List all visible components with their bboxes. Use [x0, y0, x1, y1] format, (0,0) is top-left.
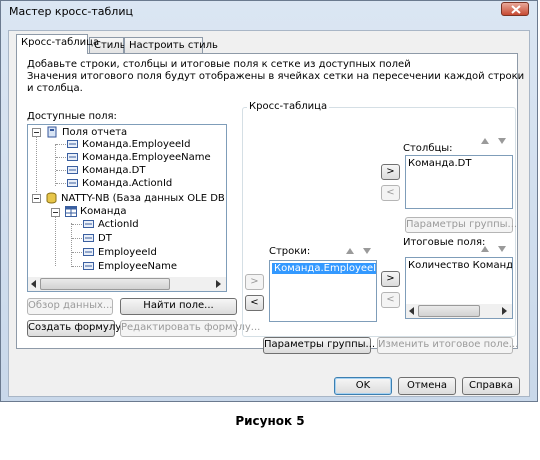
tree-report-item[interactable]: Команда.EmployeeId — [82, 138, 190, 151]
add-to-rows-button[interactable]: > — [245, 274, 264, 290]
scroll-right-icon[interactable] — [216, 280, 222, 291]
ok-button[interactable]: OK — [334, 377, 392, 395]
tab-custom-style-label: Настроить стиль — [129, 40, 218, 51]
scrollbar-thumb[interactable] — [418, 305, 480, 317]
available-fields-tree[interactable]: Поля отчета Команда.EmployeeId Команда.E… — [27, 124, 227, 292]
tree-report-item[interactable]: Команда.DT — [82, 164, 145, 177]
summary-horizontal-scrollbar[interactable] — [406, 304, 512, 318]
scroll-right-icon[interactable] — [502, 307, 508, 318]
report-fields-icon — [46, 126, 58, 141]
move-down-icon[interactable] — [498, 244, 506, 255]
tab-crosstab[interactable]: Кросс-таблица — [16, 34, 99, 54]
description-line-2: Значения итогового поля будут отображены… — [27, 71, 525, 82]
rows-list-item-text: Команда.EmployeeId — [272, 263, 376, 274]
tree-table[interactable]: Команда — [80, 205, 126, 218]
field-icon — [83, 220, 94, 231]
move-up-icon[interactable] — [346, 246, 354, 257]
field-icon — [67, 153, 78, 164]
field-icon — [67, 179, 78, 190]
available-fields-label: Доступные поля: — [27, 111, 117, 122]
description-line-3: и столбца. — [27, 83, 83, 94]
close-button[interactable] — [501, 2, 529, 16]
move-down-icon[interactable] — [363, 246, 371, 257]
dialog-window: Мастер кросс-таблиц Кросс-таблица Стиль … — [0, 0, 538, 402]
crosstab-group-label: Кросс-таблица — [247, 101, 330, 112]
columns-group-params-button[interactable]: Параметры группы... — [405, 217, 517, 233]
find-field-button[interactable]: Найти поле... — [120, 298, 237, 315]
remove-from-columns-button[interactable]: < — [381, 185, 400, 201]
field-icon — [67, 140, 78, 151]
create-formula-button[interactable]: Создать формулу... — [27, 320, 131, 337]
tree-table-item[interactable]: EmployeeName — [98, 260, 177, 273]
columns-label: Столбцы: — [403, 143, 453, 154]
help-button[interactable]: Справка — [462, 377, 520, 395]
table-icon — [65, 206, 77, 220]
tab-custom-style[interactable]: Настроить стиль — [124, 37, 218, 53]
move-up-icon[interactable] — [481, 136, 489, 147]
dialog-client: Кросс-таблица Стиль Настроить стиль Доба… — [8, 30, 530, 397]
tree-report-item[interactable]: Команда.EmployeeName — [82, 151, 211, 164]
figure-caption: Рисунок 5 — [235, 414, 305, 428]
summary-list-item[interactable]: Количество Команда.Acti — [408, 260, 512, 271]
database-icon — [46, 192, 57, 207]
edit-formula-button[interactable]: Редактировать формулу... — [120, 320, 260, 337]
scroll-left-icon[interactable] — [409, 307, 415, 318]
field-icon — [83, 262, 94, 273]
remove-from-summary-button[interactable]: < — [381, 292, 400, 308]
rows-list[interactable]: Команда.EmployeeId — [269, 260, 377, 322]
cancel-button[interactable]: Отмена — [398, 377, 456, 395]
title-bar: Мастер кросс-таблиц — [1, 1, 537, 23]
rows-label: Строки: — [269, 246, 311, 257]
browse-data-button[interactable]: Обзор данных... — [27, 298, 113, 315]
field-icon — [83, 234, 94, 245]
summary-list[interactable]: Количество Команда.Acti — [405, 257, 513, 319]
tree-table-item[interactable]: ActionId — [98, 218, 139, 231]
field-icon — [83, 248, 94, 259]
collapse-icon[interactable] — [32, 128, 41, 140]
tab-panel: Добавьте строки, столбцы и итоговые поля… — [16, 53, 524, 354]
move-up-icon[interactable] — [481, 244, 489, 255]
scrollbar-thumb[interactable] — [40, 278, 170, 290]
window-title: Мастер кросс-таблиц — [9, 5, 133, 18]
move-down-icon[interactable] — [498, 136, 506, 147]
description-line-1: Добавьте строки, столбцы и итоговые поля… — [27, 59, 411, 70]
collapse-icon[interactable] — [51, 208, 60, 220]
summary-label: Итоговые поля: — [403, 237, 486, 248]
tree-table-item[interactable]: DT — [98, 232, 112, 245]
scroll-left-icon[interactable] — [31, 280, 37, 291]
remove-from-rows-button[interactable]: < — [245, 295, 264, 311]
columns-list-item[interactable]: Команда.DT — [408, 158, 471, 169]
close-icon — [511, 5, 521, 14]
columns-list[interactable]: Команда.DT — [405, 155, 513, 209]
tree-database[interactable]: NATTY-NB (База данных OLE DB (ADO)) — [61, 192, 226, 205]
tree-table-item[interactable]: EmployeeId — [98, 246, 157, 259]
horizontal-scrollbar[interactable] — [28, 277, 226, 291]
rows-list-item[interactable]: Команда.EmployeeId — [272, 263, 376, 274]
add-to-columns-button[interactable]: > — [381, 164, 400, 180]
rows-group-params-button[interactable]: Параметры группы... — [263, 337, 375, 354]
tree-report-item[interactable]: Команда.ActionId — [82, 177, 172, 190]
add-to-summary-button[interactable]: > — [381, 271, 400, 287]
field-icon — [67, 166, 78, 177]
tab-crosstab-label: Кросс-таблица — [21, 37, 100, 48]
collapse-icon[interactable] — [32, 194, 41, 206]
change-summary-button[interactable]: Изменить итоговое поле... — [377, 337, 518, 354]
